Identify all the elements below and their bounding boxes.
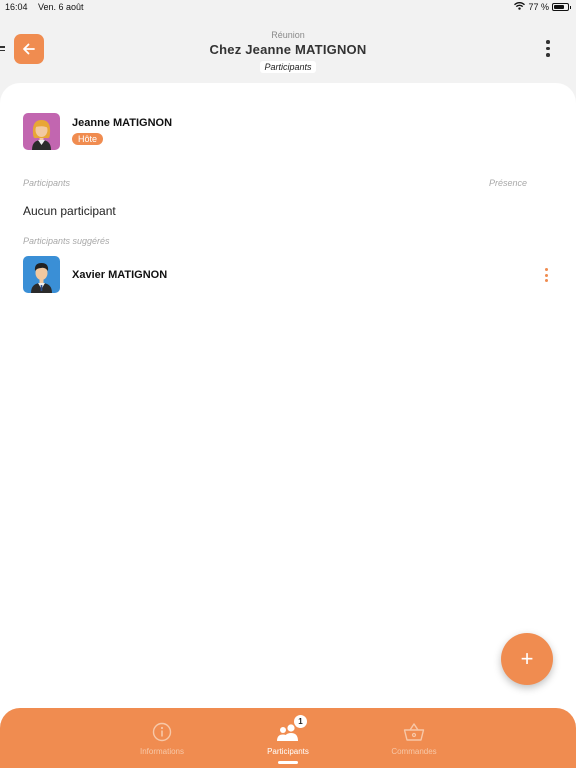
basket-icon (364, 722, 464, 742)
main-card: Jeanne MATIGNON Hôte Participants Présen… (0, 83, 576, 723)
home-indicator (278, 761, 298, 764)
status-bar: 16:04 Ven. 6 août 77 % (0, 0, 576, 16)
add-participant-button[interactable]: + (501, 633, 553, 685)
list-item[interactable]: Xavier MATIGNON (23, 256, 167, 293)
no-participant-text: Aucun participant (23, 204, 116, 218)
status-right: 77 % (514, 2, 571, 12)
tab-label: Participants (267, 747, 309, 756)
wifi-icon (514, 2, 526, 12)
avatar-woman-icon (23, 113, 60, 150)
tab-informations[interactable]: Informations (112, 722, 212, 756)
battery-percent: 77 % (528, 2, 549, 12)
header-supertitle: Réunion (271, 30, 305, 40)
host-info: Jeanne MATIGNON Hôte (72, 117, 172, 147)
tab-label: Commandes (391, 747, 437, 756)
presence-label: Présence (489, 178, 528, 188)
more-vertical-icon[interactable] (545, 268, 549, 285)
participants-label: Participants (23, 178, 71, 188)
participants-count-badge: 1 (294, 715, 307, 728)
host-badge: Hôte (72, 132, 104, 145)
page-subtitle: Participants (260, 61, 316, 73)
battery-icon (552, 3, 571, 11)
header: Réunion Chez Jeanne MATIGNON Participant… (0, 30, 576, 75)
avatar-man-icon (23, 256, 60, 293)
tab-participants[interactable]: 1 Participants (238, 715, 338, 756)
suggested-name: Xavier MATIGNON (72, 268, 168, 281)
people-icon: 1 (238, 715, 338, 742)
status-time: 16:04 (5, 2, 28, 12)
tab-bar: Informations 1 Participants Commandes (0, 708, 576, 768)
tab-commandes[interactable]: Commandes (364, 722, 464, 756)
status-date: Ven. 6 août (38, 2, 84, 12)
host-row[interactable]: Jeanne MATIGNON Hôte (23, 113, 172, 150)
host-name: Jeanne MATIGNON (72, 116, 173, 129)
suggested-label: Participants suggérés (23, 236, 110, 246)
info-icon (112, 722, 212, 742)
more-vertical-icon[interactable] (546, 40, 550, 60)
page-title: Chez Jeanne MATIGNON (209, 42, 367, 57)
tab-label: Informations (139, 747, 185, 756)
